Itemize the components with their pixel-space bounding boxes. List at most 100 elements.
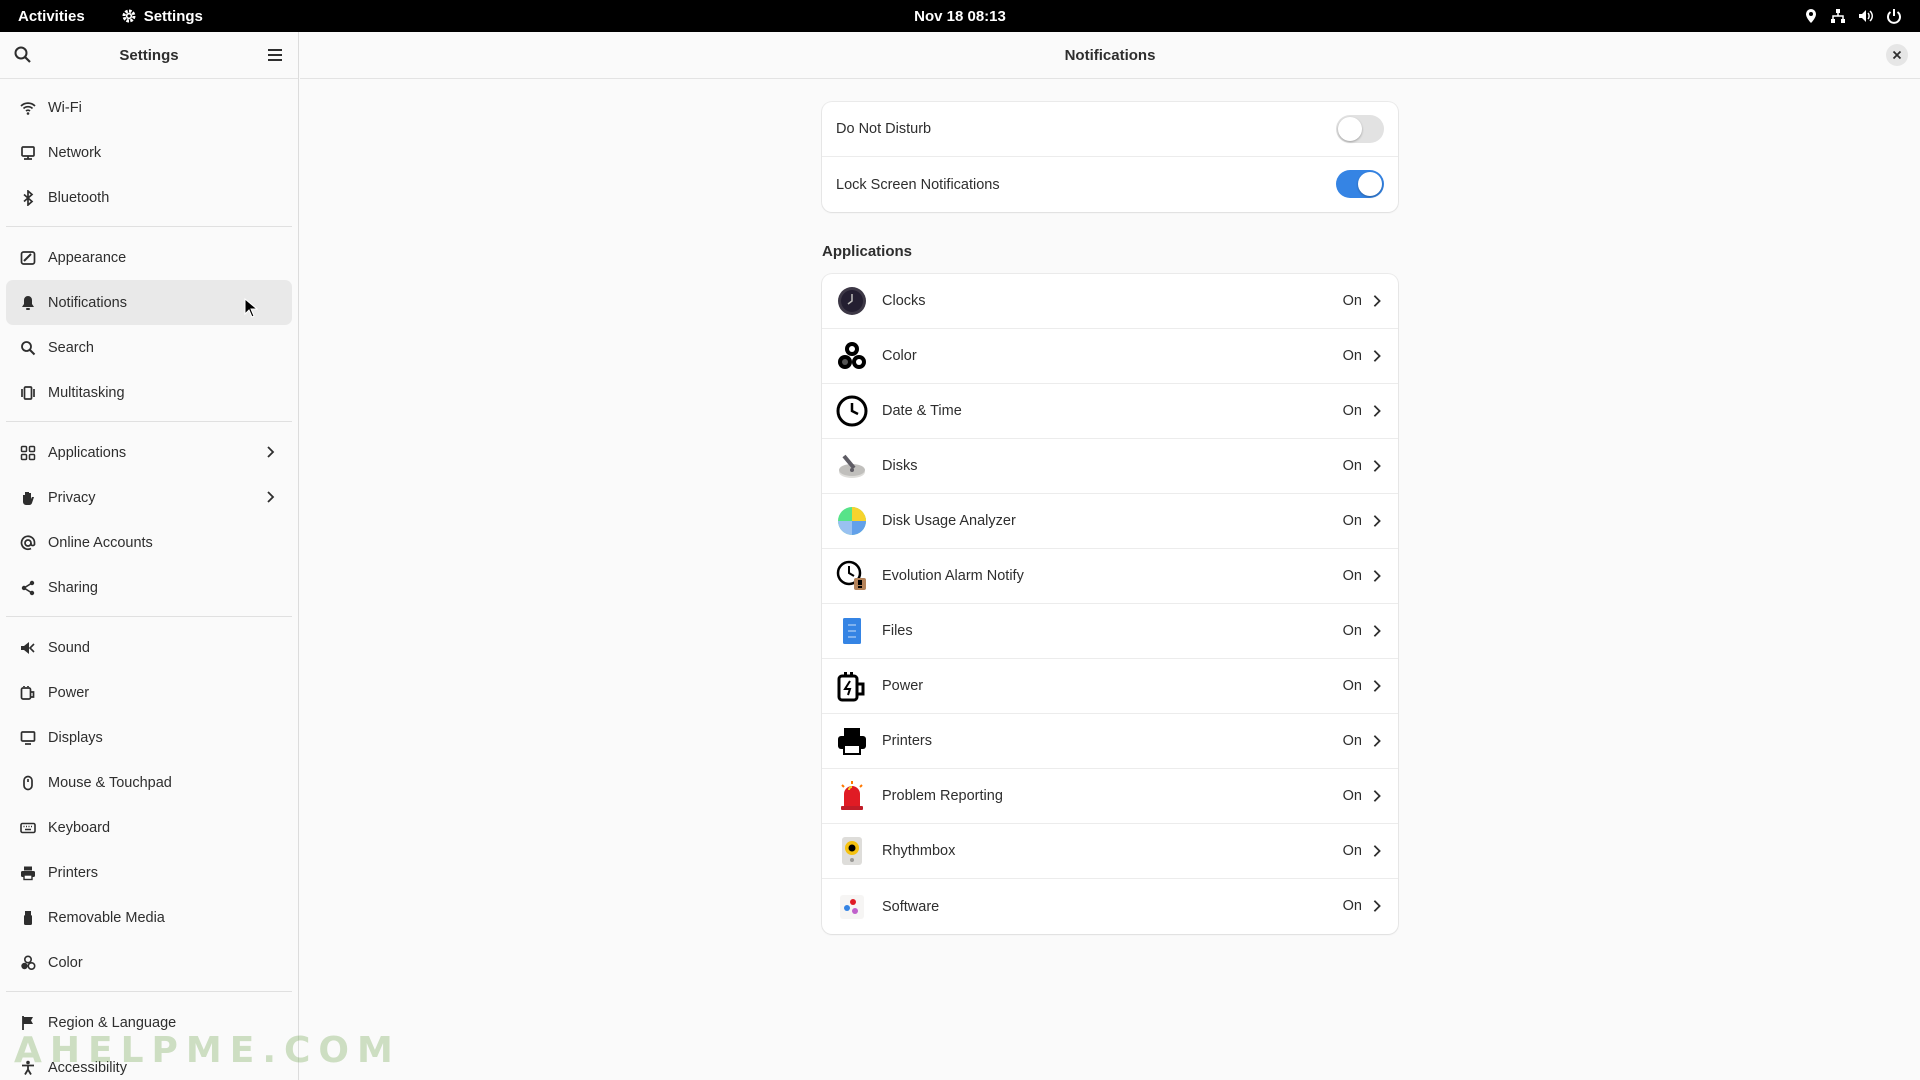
sharing-icon [21,580,35,595]
clock[interactable]: Nov 18 08:13 [914,8,1006,25]
app-state: On [1342,568,1362,584]
chevron-right-icon [1373,570,1381,582]
app-name: Settings [143,7,203,25]
sidebar-item-label: Multitasking [48,384,125,401]
do-not-disturb-label: Do Not Disturb [836,121,932,137]
bluetooth-icon [23,189,34,206]
sidebar-item-multitasking[interactable]: Multitasking [6,370,292,415]
lock-screen-notifications-toggle[interactable] [1336,170,1384,198]
sidebar-item-label: Network [48,144,102,161]
sidebar-item-keyboard[interactable]: Keyboard [6,805,292,850]
sidebar-item-sound[interactable]: Sound [6,625,292,670]
activities-button[interactable]: Activities [18,8,85,25]
do-not-disturb-row[interactable]: Do Not Disturb [822,102,1398,157]
app-row-power[interactable]: Power On [822,659,1398,714]
app-menu[interactable]: Settings [121,8,203,25]
app-state: On [1342,403,1362,419]
app-row-problem-reporting[interactable]: Problem Reporting On [822,769,1398,824]
sidebar-item-label: Sound [48,639,90,656]
sidebar-item-removable-media[interactable]: Removable Media [6,895,292,940]
divider [6,226,292,227]
app-name: Color [882,348,917,364]
lock-screen-notifications-row[interactable]: Lock Screen Notifications [822,157,1398,212]
app-state: On [1342,348,1362,364]
app-state: On [1342,843,1362,859]
displays-icon [20,730,36,745]
chevron-right-icon [1373,845,1381,857]
flag-icon [22,1015,33,1030]
app-state: On [1342,623,1362,639]
app-row-disks[interactable]: Disks On [822,439,1398,494]
watermark: AHELPME.COM [14,1030,401,1071]
sidebar-item-printers[interactable]: Printers [6,850,292,895]
app-row-rhythmbox[interactable]: Rhythmbox On [822,824,1398,879]
sidebar-item-power[interactable]: Power [6,670,292,715]
sidebar-item-displays[interactable]: Displays [6,715,292,760]
files-icon [843,618,861,644]
sidebar: Settings Wi-Fi Network Bluetooth Appeara… [0,32,299,1080]
do-not-disturb-toggle[interactable] [1336,115,1384,143]
sidebar-item-applications[interactable]: Applications [6,430,292,475]
sidebar-item-appearance[interactable]: Appearance [6,235,292,280]
removable-media-icon [24,910,32,925]
app-name: Disk Usage Analyzer [882,513,1016,529]
app-row-files[interactable]: Files On [822,604,1398,659]
app-row-software[interactable]: Software On [822,879,1398,934]
sidebar-item-color[interactable]: Color [6,940,292,985]
sidebar-item-bluetooth[interactable]: Bluetooth [6,175,292,220]
chevron-right-icon [267,446,275,458]
sidebar-item-label: Color [48,954,83,971]
app-name: Rhythmbox [882,843,956,859]
app-row-evolution-alarm-notify[interactable]: Evolution Alarm Notify On [822,549,1398,604]
chevron-right-icon [1373,625,1381,637]
evolution-alarm-icon [836,560,866,590]
divider [6,616,292,617]
page-title: Notifications [1064,46,1156,64]
close-button[interactable] [1886,44,1908,66]
location-icon [1806,9,1816,23]
sidebar-item-label: Keyboard [48,819,111,836]
app-name: Printers [882,733,932,749]
multitasking-icon [21,385,35,400]
app-row-clocks[interactable]: Clocks On [822,274,1398,329]
app-state: On [1342,293,1362,309]
app-row-color[interactable]: Color On [822,329,1398,384]
sidebar-item-label: Removable Media [48,909,165,926]
app-row-printers[interactable]: Printers On [822,714,1398,769]
bell-icon [22,295,34,310]
chevron-right-icon [1373,680,1381,692]
main-menu-button[interactable] [264,44,286,66]
app-row-date-time[interactable]: Date & Time On [822,384,1398,439]
search-button[interactable] [12,44,34,66]
applications-section-title: Applications [822,243,913,260]
top-bar: Activities Settings Nov 18 08:13 [0,0,1920,32]
volume-icon [1859,10,1873,22]
printer-icon [21,866,35,880]
app-name: Evolution Alarm Notify [882,568,1024,584]
clocks-icon [838,287,866,315]
sidebar-item-online-accounts[interactable]: Online Accounts [6,520,292,565]
sidebar-item-network[interactable]: Network [6,130,292,175]
sidebar-item-privacy[interactable]: Privacy [6,475,292,520]
sidebar-item-wifi[interactable]: Wi-Fi [6,85,292,130]
sound-icon [21,641,35,654]
sidebar-item-label: Wi-Fi [48,99,82,116]
sidebar-item-search[interactable]: Search [6,325,292,370]
keyboard-icon [20,822,36,833]
app-row-disk-usage-analyzer[interactable]: Disk Usage Analyzer On [822,494,1398,549]
app-name: Disks [882,458,918,474]
date-time-icon [836,395,868,427]
power-icon [837,672,865,702]
power-icon [20,685,35,700]
app-name: Date & Time [882,403,962,419]
sidebar-item-sharing[interactable]: Sharing [6,565,292,610]
network-icon [21,145,35,160]
system-menu[interactable] [1804,0,1902,32]
sidebar-item-label: Bluetooth [48,189,110,206]
sidebar-item-label: Privacy [48,489,96,506]
sidebar-item-mouse-touchpad[interactable]: Mouse & Touchpad [6,760,292,805]
sidebar-item-label: Sharing [48,579,98,596]
color-icon [21,954,36,970]
notification-settings-card: Do Not Disturb Lock Screen Notifications [822,102,1398,212]
mouse-pointer-icon [244,298,258,318]
